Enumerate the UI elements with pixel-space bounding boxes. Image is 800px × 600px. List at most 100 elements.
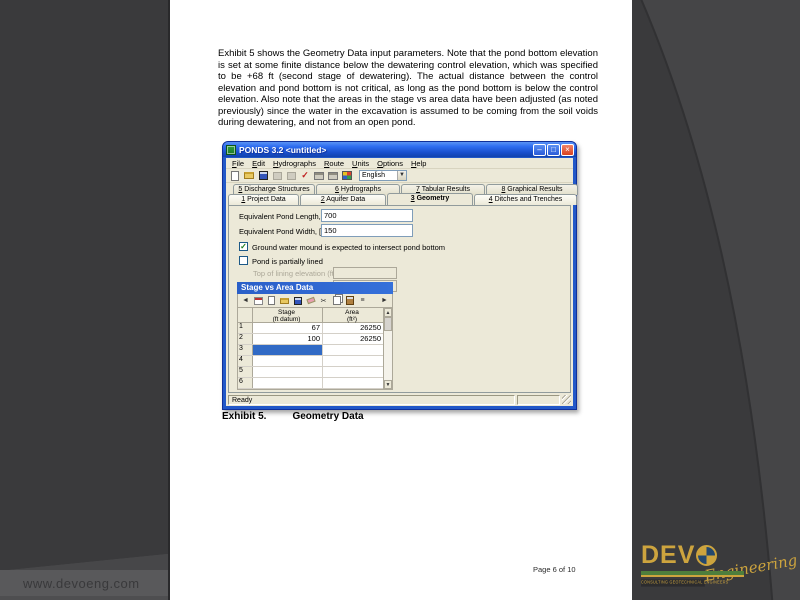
pond-width-input[interactable]: [321, 224, 413, 237]
grid-list-button[interactable]: ≡: [357, 295, 368, 306]
new-file-icon: [268, 296, 275, 305]
area-cell[interactable]: 26250: [323, 323, 383, 333]
menubar: FileEditHydrographsRouteUnitsOptionsHelp: [226, 158, 573, 169]
row-number-cell: 3: [238, 345, 253, 355]
row-number-cell: 2: [238, 334, 253, 344]
area-cell[interactable]: [323, 356, 383, 366]
exhibit-caption: Exhibit 5.Geometry Data: [222, 411, 364, 422]
grid-copy-button[interactable]: [331, 295, 342, 306]
save-icon: [294, 297, 302, 305]
table-row: 6: [238, 378, 383, 389]
grid-paste-button[interactable]: [344, 295, 355, 306]
scroll-up-icon[interactable]: ▲: [384, 308, 392, 317]
grid-new-button[interactable]: [266, 295, 277, 306]
scroll-down-icon[interactable]: ▼: [384, 380, 392, 389]
language-value: English: [360, 172, 397, 179]
stage-area-table: Stage (ft datum) Area (ft²) 167262502100…: [237, 308, 393, 390]
menu-route[interactable]: Route: [320, 159, 348, 168]
disabled-tool-icon: [273, 172, 282, 180]
website-url: www.devoeng.com: [23, 576, 140, 591]
prev-record-button[interactable]: ◄: [240, 295, 251, 306]
save-icon: [259, 171, 268, 180]
paste-icon: [346, 296, 354, 305]
tab-project-data[interactable]: 1 Project Data: [228, 194, 299, 205]
disabled-tool-button-1: [271, 170, 283, 181]
open-file-button[interactable]: [243, 170, 255, 181]
language-dropdown[interactable]: English ▼: [359, 170, 407, 181]
table-body: 167262502100262503456: [238, 323, 383, 389]
pond-length-input[interactable]: [321, 209, 413, 222]
menu-help[interactable]: Help: [407, 159, 430, 168]
partially-lined-checkbox[interactable]: [239, 256, 248, 265]
menu-edit[interactable]: Edit: [248, 159, 269, 168]
groundwater-mound-checkbox[interactable]: ✓: [239, 242, 248, 251]
deck-right-panel: [632, 0, 800, 600]
corner-header-cell: [238, 308, 253, 322]
area-cell[interactable]: [323, 378, 383, 388]
row-number-cell: 6: [238, 378, 253, 388]
area-cell[interactable]: 26250: [323, 334, 383, 344]
table-icon: [254, 297, 263, 305]
minimize-button[interactable]: –: [533, 144, 546, 156]
table-row: 16726250: [238, 323, 383, 334]
save-button[interactable]: [257, 170, 269, 181]
decorative-curve: [632, 0, 800, 600]
logo-tagline: CONSULTING GEOTECHNICAL ENGINEERS: [641, 579, 705, 586]
area-cell[interactable]: [323, 345, 383, 355]
grid-save-button[interactable]: [292, 295, 303, 306]
window-title: PONDS 3.2 <untitled>: [239, 145, 533, 155]
slide-canvas: www.devoeng.com Page 6 of 10 DEV Enginee…: [0, 0, 800, 600]
printer-icon: [314, 172, 324, 180]
grid-erase-button[interactable]: [305, 295, 316, 306]
stage-cell[interactable]: [253, 345, 323, 355]
table-row: 4: [238, 356, 383, 367]
window-titlebar[interactable]: PONDS 3.2 <untitled> – □ ×: [223, 142, 576, 157]
printer-preview-icon: [328, 172, 338, 180]
open-folder-icon: [280, 298, 289, 304]
table-row: 3: [238, 345, 383, 356]
deck-corner-wedge: [0, 554, 168, 571]
scrollbar-track[interactable]: [384, 331, 392, 380]
grid-cut-button[interactable]: ✂: [318, 295, 329, 306]
chevron-down-icon[interactable]: ▼: [397, 171, 406, 180]
row-number-cell: 5: [238, 367, 253, 377]
stage-cell[interactable]: [253, 356, 323, 366]
menu-file[interactable]: File: [228, 159, 248, 168]
grid-toolbar: ◄ ✂ ≡ ►: [237, 294, 393, 308]
new-file-button[interactable]: [229, 170, 241, 181]
close-button[interactable]: ×: [561, 144, 574, 156]
resize-grip[interactable]: [562, 395, 571, 404]
vertical-scrollbar[interactable]: ▲ ▼: [383, 308, 392, 389]
stage-cell[interactable]: 67: [253, 323, 323, 333]
deck-footer-bar: www.devoeng.com: [0, 570, 168, 600]
maximize-button[interactable]: □: [547, 144, 560, 156]
grid-open-button[interactable]: [279, 295, 290, 306]
chart-button[interactable]: [341, 170, 353, 181]
tab-aquifer-data[interactable]: 2 Aquifer Data: [300, 194, 386, 205]
tab-row-front: 1 Project Data2 Aquifer Data3 Geometry4 …: [228, 194, 578, 205]
table-row: 210026250: [238, 334, 383, 345]
stage-area-grid: Stage vs Area Data ◄ ✂ ≡ ►: [237, 282, 393, 390]
page-indicator: Page 6 of 10: [533, 565, 576, 574]
next-record-button[interactable]: ►: [379, 295, 390, 306]
check-data-button[interactable]: ✓: [299, 170, 311, 181]
lining-elevation-input: [333, 267, 397, 279]
status-text: Ready: [228, 395, 515, 405]
print-button[interactable]: [313, 170, 325, 181]
area-cell[interactable]: [323, 367, 383, 377]
stage-cell[interactable]: [253, 378, 323, 388]
stage-cell[interactable]: [253, 367, 323, 377]
stage-cell[interactable]: 100: [253, 334, 323, 344]
ponds-window: PONDS 3.2 <untitled> – □ × FileEditHydro…: [222, 141, 577, 410]
menu-units[interactable]: Units: [348, 159, 373, 168]
menu-options[interactable]: Options: [373, 159, 407, 168]
status-subpanel: [517, 395, 560, 405]
open-folder-icon: [244, 172, 254, 179]
grid-table-button[interactable]: [253, 295, 264, 306]
tab-geometry[interactable]: 3 Geometry: [387, 193, 473, 205]
menu-hydrographs[interactable]: Hydrographs: [269, 159, 320, 168]
tab-ditches-and-trenches[interactable]: 4 Ditches and Trenches: [474, 194, 577, 205]
eraser-icon: [306, 297, 315, 304]
scrollbar-thumb[interactable]: [384, 317, 392, 331]
print-preview-button[interactable]: [327, 170, 339, 181]
